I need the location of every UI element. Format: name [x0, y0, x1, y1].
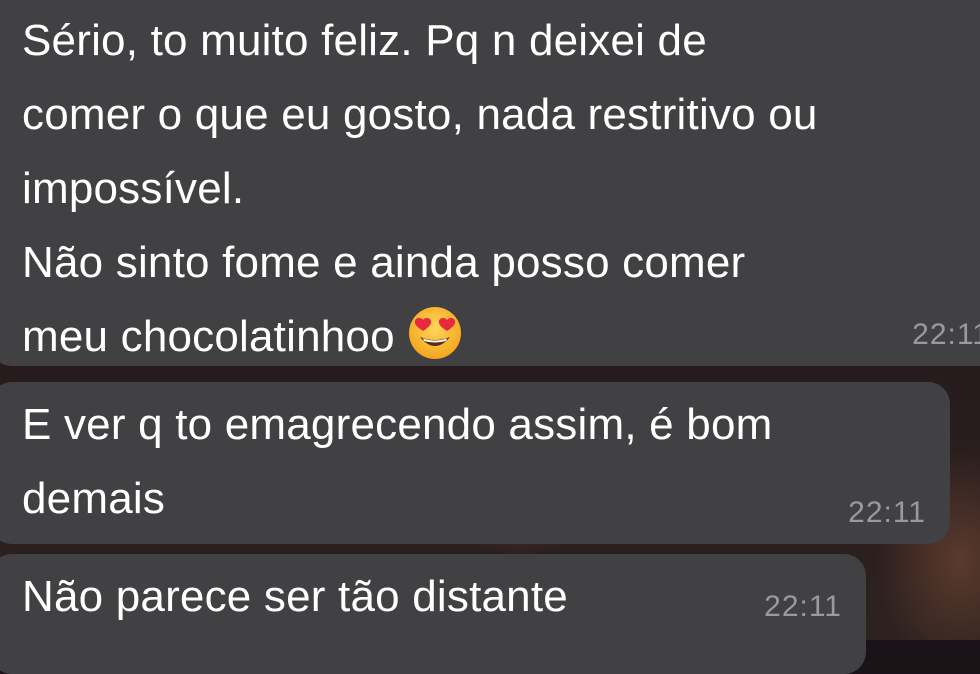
message-timestamp: 22:11: [848, 496, 926, 529]
message-text: Sério, to muito feliz. Pq n deixei de co…: [22, 4, 980, 374]
message-text: E ver q to emagrecendo assim, é bom dema…: [22, 388, 950, 536]
chat-thread: Sério, to muito feliz. Pq n deixei de co…: [0, 0, 980, 674]
message-bubble[interactable]: E ver q to emagrecendo assim, é bom dema…: [0, 382, 950, 544]
message-line: impossível.: [22, 164, 245, 213]
message-line: Não sinto fome e ainda posso comer: [22, 238, 746, 287]
message-text: Não parece ser tão distante: [22, 560, 866, 634]
message-bubble[interactable]: Não parece ser tão distante 22:11: [0, 554, 866, 674]
message-line: meu chocolatinhoo: [22, 312, 395, 361]
message-line: comer o que eu gosto, nada restritivo ou: [22, 90, 818, 139]
message-bubble[interactable]: Sério, to muito feliz. Pq n deixei de co…: [0, 0, 980, 366]
heart-eyes-emoji-icon: [408, 307, 461, 359]
message-line: demais: [22, 474, 166, 523]
message-line: E ver q to emagrecendo assim, é bom: [22, 400, 773, 449]
message-line: Não parece ser tão distante: [22, 572, 568, 621]
message-timestamp: 22:11: [764, 590, 842, 623]
message-line: Sério, to muito feliz. Pq n deixei de: [22, 16, 707, 65]
message-timestamp: 22:11: [912, 318, 980, 351]
